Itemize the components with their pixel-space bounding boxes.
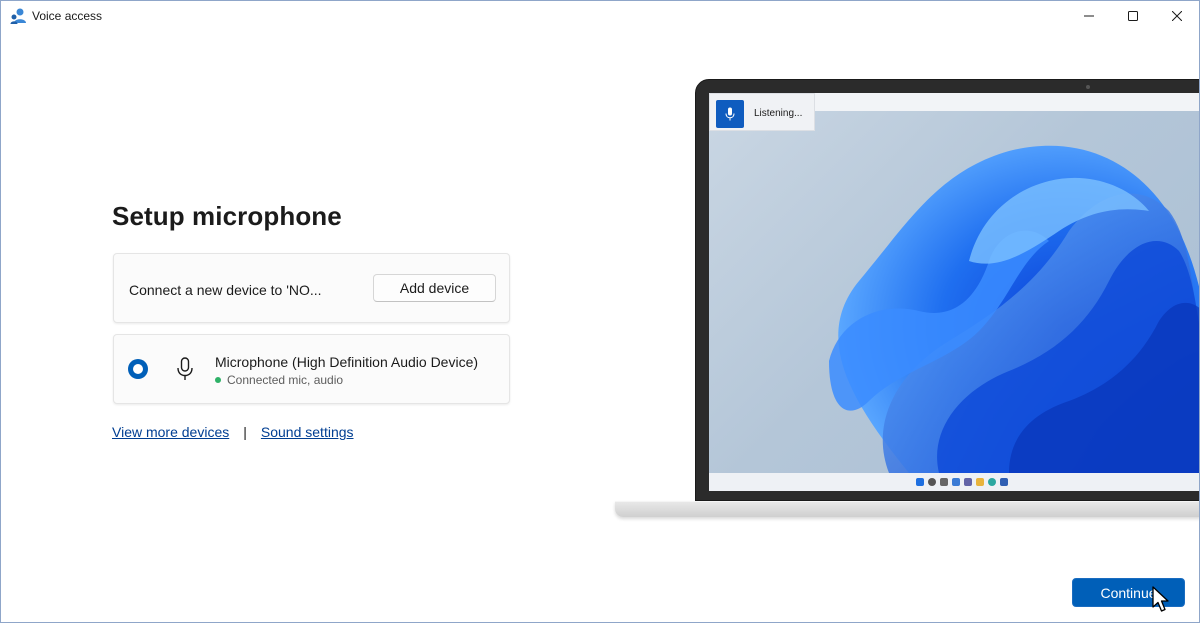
windows-bloom-wallpaper (709, 111, 1199, 473)
laptop-base (615, 501, 1199, 517)
connect-device-card: Connect a new device to 'NO... Add devic… (113, 253, 510, 323)
laptop-illustration: Listening... (615, 79, 1199, 519)
laptop-camera (1086, 85, 1090, 89)
page-title: Setup microphone (112, 201, 342, 231)
close-button[interactable] (1154, 1, 1199, 31)
mouse-cursor-icon (1152, 586, 1169, 612)
radio-selected-icon[interactable] (128, 359, 148, 379)
voice-access-window: Voice access Setup microphone Connect a … (0, 0, 1200, 623)
microphone-icon (177, 357, 193, 380)
listening-label: Listening... (754, 108, 803, 119)
link-separator: | (243, 424, 247, 440)
task-view-icon (940, 478, 948, 486)
close-icon (1172, 11, 1182, 21)
maximize-button[interactable] (1110, 1, 1156, 31)
title-bar: Voice access (1, 1, 1199, 31)
listening-overlay: Listening... (709, 93, 815, 131)
edge-icon (988, 478, 996, 486)
listening-microphone-icon (725, 107, 735, 121)
laptop-screen: Listening... (709, 93, 1199, 491)
store-icon (1000, 478, 1008, 486)
view-more-devices-link[interactable]: View more devices (112, 424, 229, 440)
screen-taskbar (709, 473, 1199, 491)
minimize-icon (1084, 15, 1094, 17)
add-device-button[interactable]: Add device (373, 274, 496, 302)
listening-mic-button (716, 100, 744, 128)
connected-status-dot (215, 377, 221, 383)
minimize-button[interactable] (1066, 1, 1112, 31)
maximize-icon (1128, 11, 1138, 21)
window-title: Voice access (32, 9, 103, 23)
sound-settings-link[interactable]: Sound settings (261, 424, 354, 440)
connect-device-text: Connect a new device to 'NO... (129, 282, 322, 298)
microphone-status-text: Connected mic, audio (227, 373, 344, 387)
voice-access-app-icon (10, 8, 26, 24)
search-icon (928, 478, 936, 486)
chat-icon (964, 478, 972, 486)
bloom-graphic (829, 145, 1199, 473)
microphone-status: Connected mic, audio (215, 373, 343, 387)
start-icon (916, 478, 924, 486)
microphone-device-name: Microphone (High Definition Audio Device… (215, 354, 479, 370)
explorer-icon (976, 478, 984, 486)
device-links: View more devices | Sound settings (112, 424, 354, 440)
widgets-icon (952, 478, 960, 486)
microphone-device-card[interactable]: Microphone (High Definition Audio Device… (113, 334, 510, 404)
radio-dot (133, 364, 143, 374)
